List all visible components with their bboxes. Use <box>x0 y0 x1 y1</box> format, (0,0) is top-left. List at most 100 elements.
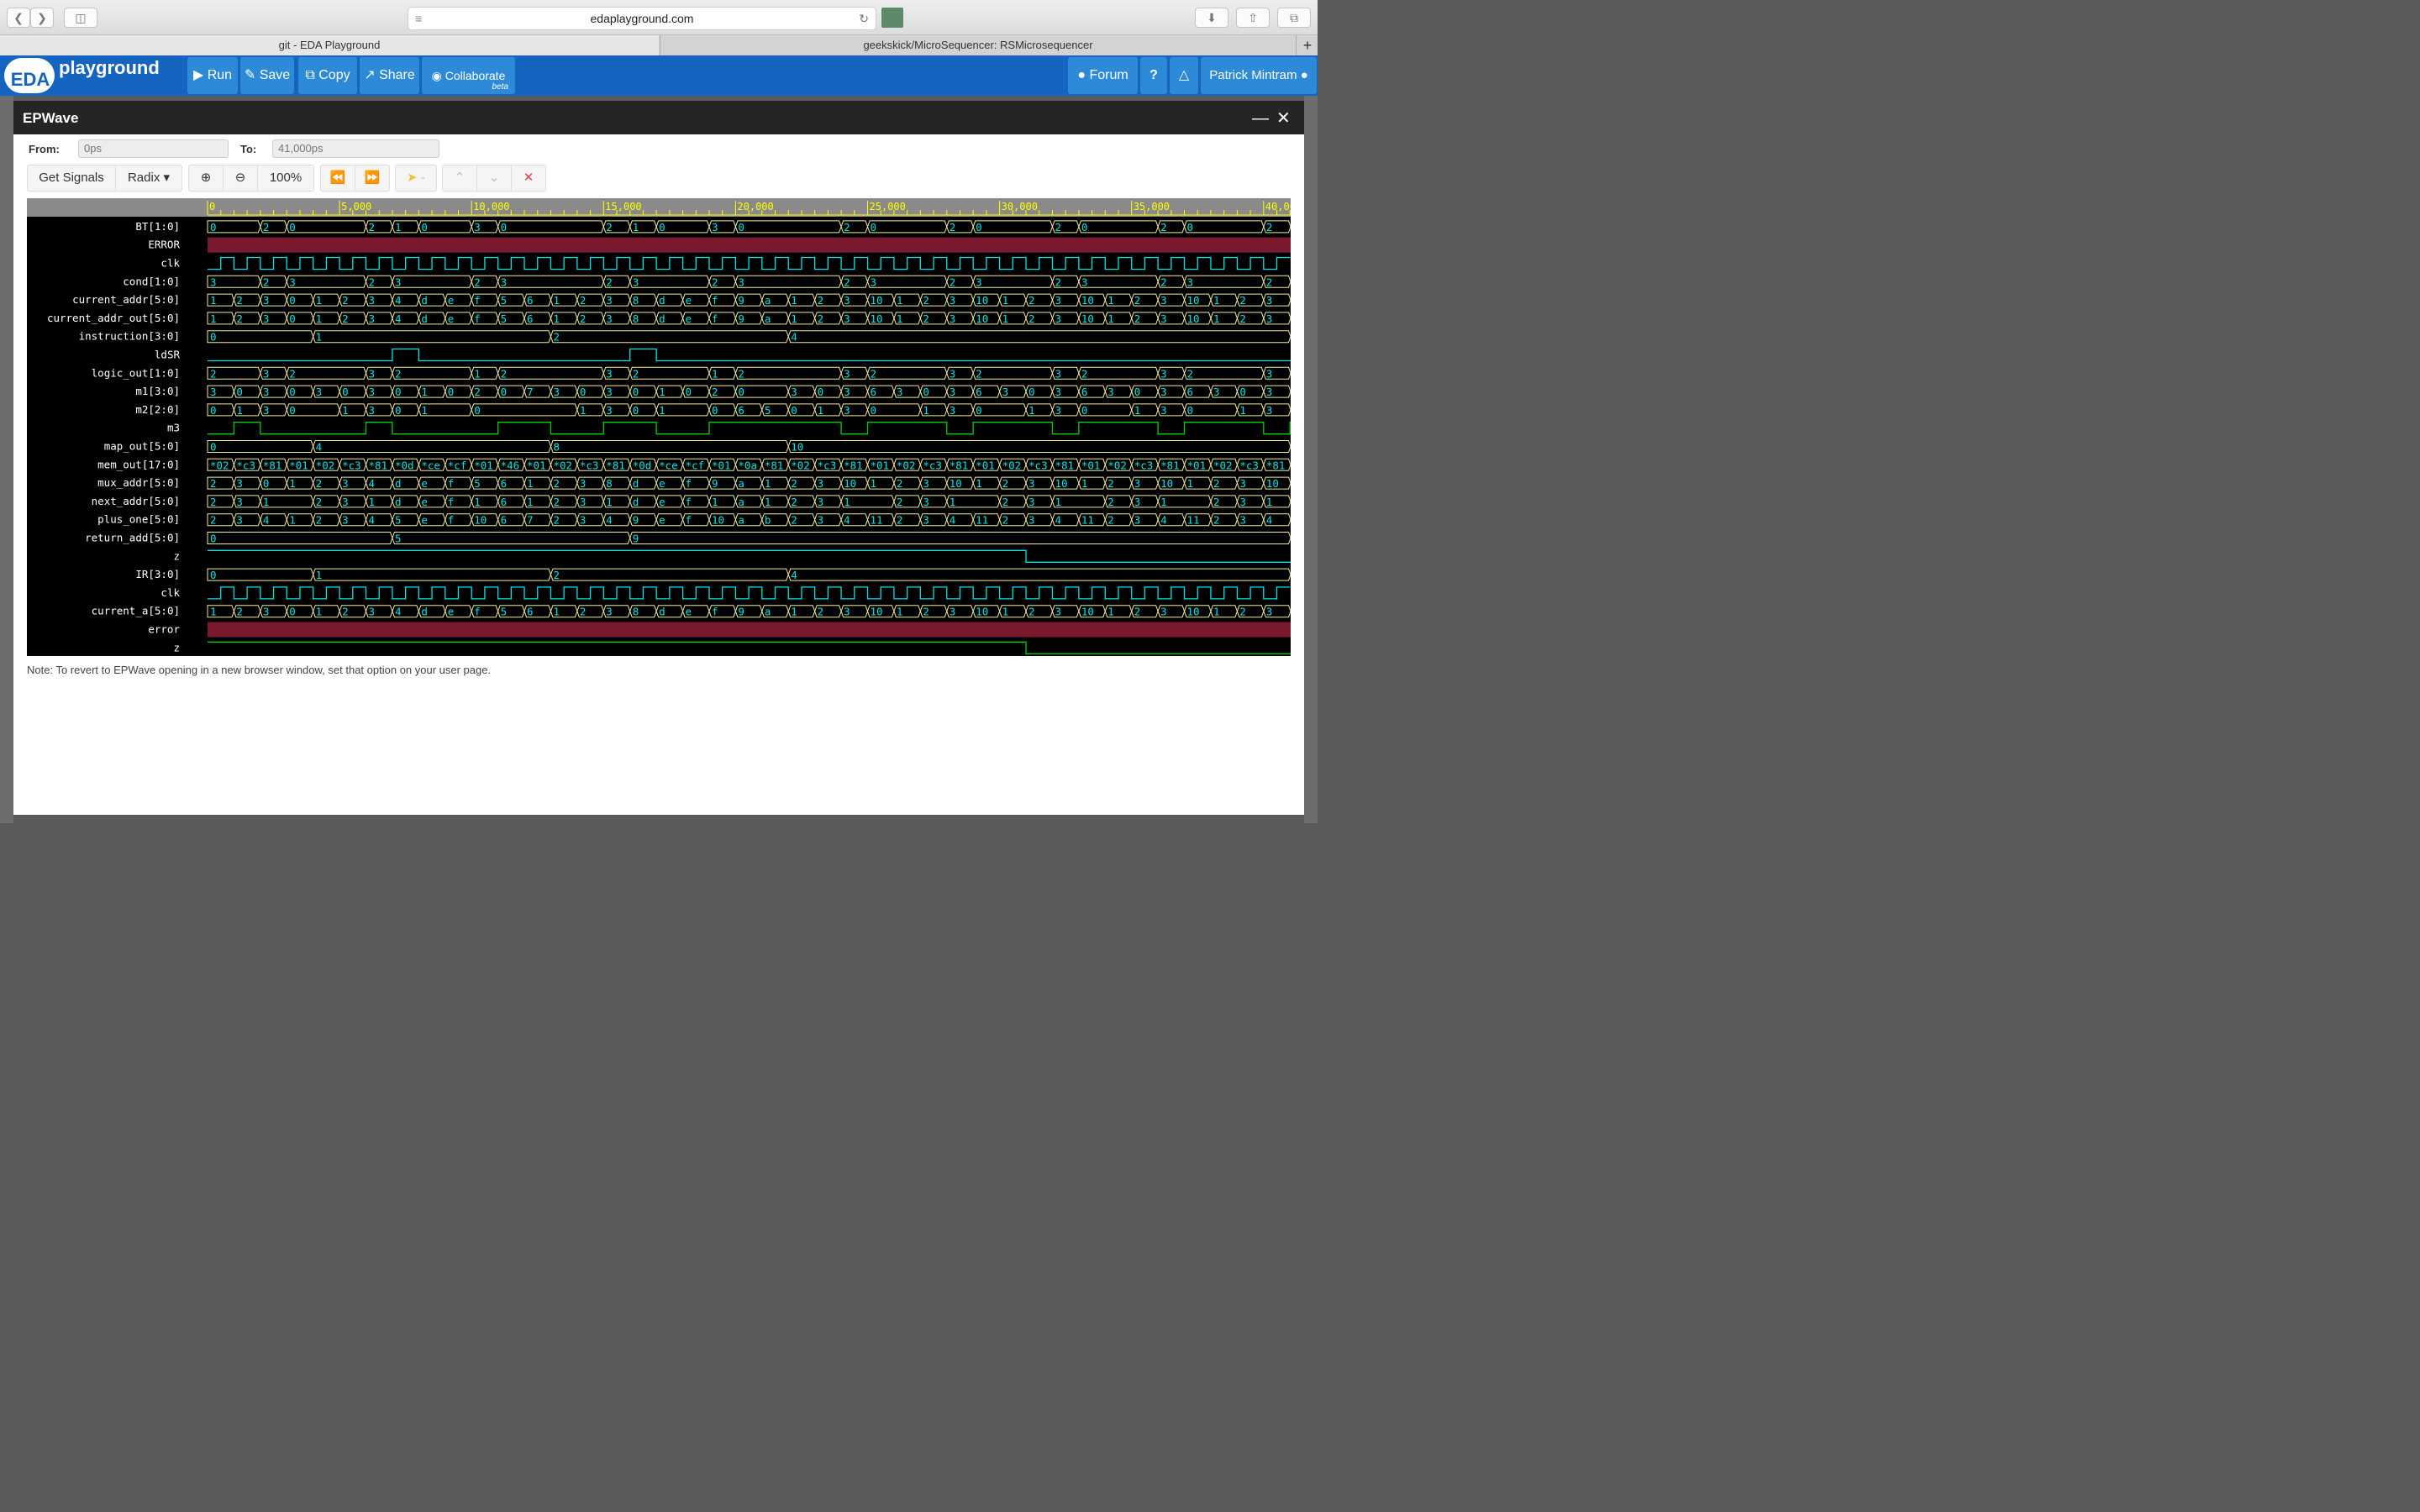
bus-value-label: 3 <box>1239 496 1246 508</box>
zoom-out-icon[interactable]: ⊖ <box>223 165 258 192</box>
signal-name: z <box>173 641 180 654</box>
bus-value-label: 3 <box>950 294 956 307</box>
close-icon[interactable]: ✕ <box>1276 108 1291 129</box>
bus-value-label: *81 <box>369 459 388 471</box>
waveform-viewer[interactable]: 0 5,000 10,000 15,000 20,000 25,000 30,000 35,0… <box>27 198 1296 656</box>
bus-value-label: 1 <box>263 496 270 508</box>
bus-value-label: 0 <box>738 386 744 398</box>
bus-value-label: b <box>765 514 771 527</box>
remove-signal-icon[interactable]: ✕ <box>511 165 546 192</box>
bus-value-label: 5 <box>765 404 771 417</box>
bus-value-label: 1 <box>210 294 217 307</box>
fast-backward-icon[interactable]: ⏪ <box>320 165 355 192</box>
help-icon[interactable]: ? <box>1140 57 1167 94</box>
user-menu-button[interactable]: Patrick Mintram ● <box>1201 57 1317 94</box>
bus-value-label: 2 <box>553 477 560 490</box>
bus-segment <box>787 568 1292 581</box>
bus-value-label: 2 <box>553 496 560 508</box>
bus-value-label: 1 <box>633 221 639 234</box>
tabs-overview-icon[interactable]: ⧉ <box>1277 8 1311 28</box>
sidebar-toggle-icon[interactable]: ◫ <box>64 8 97 28</box>
share-button[interactable]: ↗ Share <box>360 57 419 94</box>
marker-button[interactable]: ➤ - <box>395 165 437 192</box>
timeline-tick-label: 20,000 <box>737 201 773 213</box>
from-input[interactable] <box>78 139 229 158</box>
zoom-level[interactable]: 100% <box>257 165 314 192</box>
move-up-icon[interactable]: ⌃ <box>442 165 477 192</box>
move-down-icon[interactable]: ⌄ <box>476 165 512 192</box>
bus-value-label: 0 <box>395 404 402 417</box>
reload-icon[interactable]: ↻ <box>859 8 869 29</box>
bus-value-label: 2 <box>1213 496 1220 508</box>
bus-value-label: 1 <box>316 294 323 307</box>
to-input[interactable] <box>272 139 439 158</box>
bus-value-label: 3 <box>1134 514 1141 527</box>
bus-value-label: 3 <box>263 404 270 417</box>
bus-value-label: 10 <box>1081 606 1094 618</box>
bus-value-label: 0 <box>289 386 296 398</box>
download-icon[interactable]: ⬇ <box>1195 8 1228 28</box>
bus-value-label: 3 <box>606 294 613 307</box>
bus-value-label: 1 <box>316 606 323 618</box>
bus-value-label: 3 <box>1266 606 1273 618</box>
bus-value-label: 9 <box>738 294 744 307</box>
minimize-icon[interactable]: — <box>1252 109 1269 129</box>
bus-value-label: 2 <box>395 367 402 380</box>
signal-name: plus_one[5:0] <box>97 513 180 526</box>
bus-value-label: 1 <box>1081 477 1088 490</box>
bus-value-label: 2 <box>791 477 797 490</box>
back-button[interactable]: ❮ <box>7 8 30 28</box>
bus-value-label: 2 <box>1160 221 1167 234</box>
address-bar[interactable]: ≡ edaplayground.com ↻ <box>408 7 876 30</box>
fast-forward-icon[interactable]: ⏩ <box>355 165 390 192</box>
bus-value-label: d <box>421 312 428 325</box>
bus-value-label: 3 <box>369 404 376 417</box>
bus-value-label: f <box>712 294 718 307</box>
bus-value-label: 9 <box>633 533 639 545</box>
bus-value-label: 1 <box>342 404 349 417</box>
timeline-tick-label: 10,000 <box>473 201 509 213</box>
bus-value-label: *01 <box>871 459 890 471</box>
bus-value-label: 6 <box>976 386 982 398</box>
bus-value-label: 3 <box>501 276 508 288</box>
bus-value-label: 3 <box>1160 312 1167 325</box>
collaborate-button[interactable]: ◉ Collaborate beta <box>422 57 515 94</box>
bus-value-label: 2 <box>342 294 349 307</box>
bus-value-label: 3 <box>791 386 797 398</box>
bus-value-label: 1 <box>474 367 481 380</box>
signal-name: current_addr_out[5:0] <box>47 312 180 324</box>
tab-microsequencer[interactable]: geekskick/MicroSequencer: RSMicrosequenc… <box>660 35 1296 55</box>
bus-value-label: f <box>712 606 718 618</box>
copy-button[interactable]: ⧉ Copy <box>298 57 357 94</box>
run-button[interactable]: ▶ Run <box>187 57 238 94</box>
bus-value-label: 3 <box>1213 386 1220 398</box>
bus-value-label: 3 <box>606 386 613 398</box>
bus-value-label: 2 <box>580 312 587 325</box>
waveform-canvas[interactable]: 0 5,000 10,000 15,000 20,000 25,000 30,000 35,0… <box>27 198 1296 656</box>
share-icon[interactable]: ⇧ <box>1236 8 1270 28</box>
bus-value-label: 2 <box>289 367 296 380</box>
save-button[interactable]: ✎ Save <box>240 57 294 94</box>
bus-value-label: 5 <box>395 533 402 545</box>
forum-button[interactable]: ● Forum <box>1068 57 1138 94</box>
forward-button[interactable]: ❯ <box>30 8 54 28</box>
tab-git[interactable]: git - EDA Playground <box>0 35 659 55</box>
bus-segment <box>497 275 604 288</box>
bus-value-label: 0 <box>210 441 217 454</box>
new-tab-icon[interactable]: + <box>1296 35 1318 55</box>
bus-segment <box>313 568 551 581</box>
flask-icon[interactable]: △ <box>1170 57 1198 94</box>
zoom-in-icon[interactable]: ⊕ <box>188 165 224 192</box>
radix-dropdown[interactable]: Radix ▾ <box>115 165 182 192</box>
bus-value-label: 1 <box>421 386 428 398</box>
bus-value-label: 0 <box>1239 386 1246 398</box>
bus-value-label: 2 <box>263 221 270 234</box>
bus-segment <box>866 366 948 380</box>
bus-segment <box>787 330 1292 344</box>
get-signals-button[interactable]: Get Signals <box>27 165 116 192</box>
bus-value-label: 3 <box>976 276 982 288</box>
bus-value-label: 3 <box>923 477 929 490</box>
extension-icon[interactable] <box>881 8 903 28</box>
bus-value-label: *01 <box>289 459 308 471</box>
reader-icon[interactable]: ≡ <box>415 8 422 29</box>
